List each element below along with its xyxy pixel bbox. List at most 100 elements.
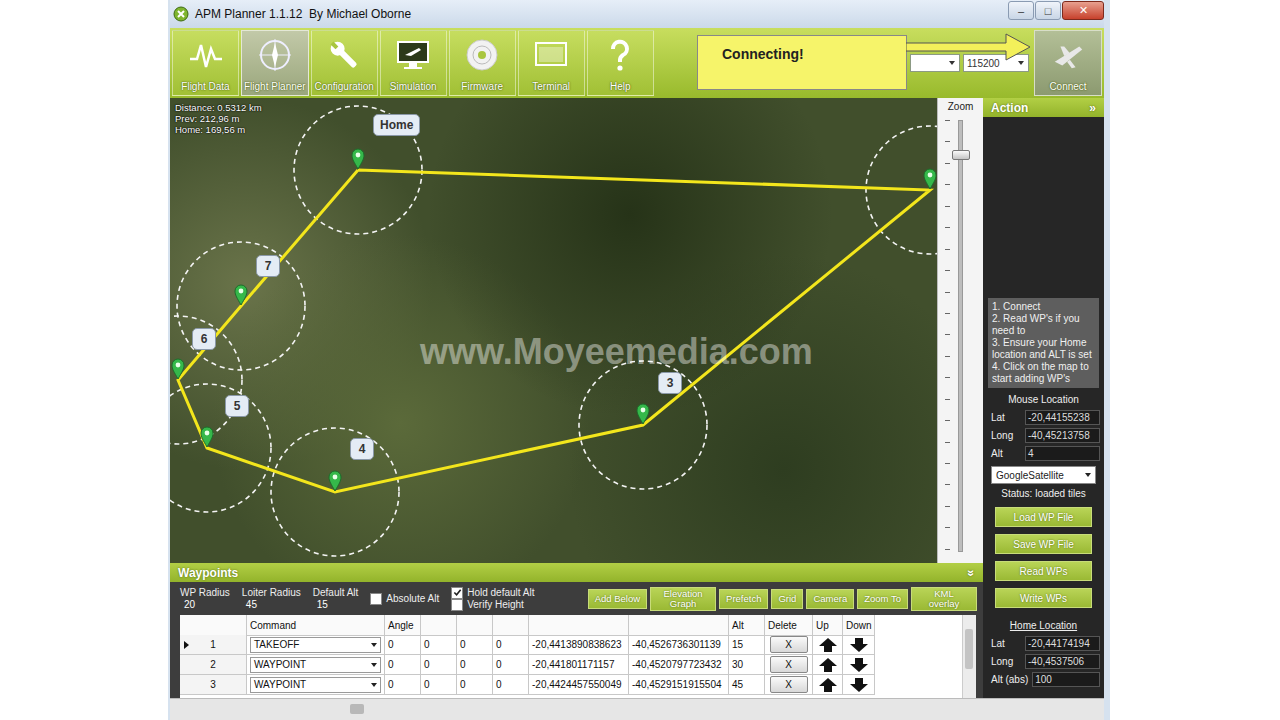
param-cell[interactable]: 0 xyxy=(493,675,529,695)
window-control-button[interactable]: □ xyxy=(1035,1,1061,20)
delete-button[interactable]: X xyxy=(770,636,808,653)
param-cell[interactable]: 0 xyxy=(421,675,457,695)
window-control-button[interactable]: ✕ xyxy=(1062,1,1104,20)
command-dropdown[interactable]: WAYPOINT xyxy=(250,677,381,693)
zoom-slider[interactable] xyxy=(938,120,983,550)
param-cell[interactable]: 0 xyxy=(421,635,457,655)
waypoint-button[interactable]: Grid xyxy=(771,589,803,609)
arrow-down-icon[interactable] xyxy=(849,657,869,673)
field-value[interactable]: 4 xyxy=(1025,446,1100,461)
waypoint-button[interactable]: KML overlay xyxy=(911,587,977,611)
param-cell[interactable]: 0 xyxy=(457,655,493,675)
tool-button[interactable]: Simulation xyxy=(380,30,447,96)
waypoint-button[interactable]: Prefetch xyxy=(719,589,768,609)
setting-field[interactable]: Loiter Radius45 xyxy=(242,587,301,611)
table-scrollbar[interactable] xyxy=(962,615,976,698)
arrow-up-icon[interactable] xyxy=(818,657,838,673)
waypoint-label[interactable]: 5 xyxy=(225,395,249,417)
row-header[interactable]: 3 xyxy=(180,675,247,695)
arrow-down-icon[interactable] xyxy=(849,677,869,693)
param-cell[interactable]: 0 xyxy=(385,655,421,675)
alt-cell[interactable]: 30 xyxy=(729,655,765,675)
scrollbar-thumb[interactable] xyxy=(350,704,364,714)
setting-field[interactable]: WP Radius20 xyxy=(180,587,230,611)
waypoint-pin-icon[interactable] xyxy=(636,403,650,425)
param-cell[interactable]: 0 xyxy=(421,655,457,675)
field-value[interactable]: -20,44155238 xyxy=(1025,410,1100,425)
long-cell[interactable]: -40,4526736301139 xyxy=(629,635,729,655)
waypoint-label[interactable]: 4 xyxy=(350,438,374,460)
waypoint-button[interactable]: Elevation Graph xyxy=(650,587,716,611)
tool-button[interactable]: Terminal xyxy=(518,30,585,96)
checkbox[interactable] xyxy=(451,587,463,599)
checkbox[interactable] xyxy=(451,599,463,611)
long-cell[interactable]: -40,4529151915504 xyxy=(629,675,729,695)
checkbox[interactable] xyxy=(370,593,382,605)
command-cell[interactable]: WAYPOINT xyxy=(247,655,385,675)
waypoint-pin-icon[interactable] xyxy=(234,284,248,306)
param-cell[interactable]: 0 xyxy=(385,635,421,655)
long-cell[interactable]: -40,4520797723432 xyxy=(629,655,729,675)
tool-button[interactable]: Flight Data xyxy=(172,30,239,96)
waypoint-pin-icon[interactable] xyxy=(351,148,365,170)
tool-button[interactable]: Flight Planner xyxy=(241,30,309,96)
command-dropdown[interactable]: TAKEOFF xyxy=(250,637,381,653)
field-value[interactable]: 100 xyxy=(1032,672,1100,687)
field-value[interactable]: -40,4537506 xyxy=(1025,654,1100,669)
checkbox-row[interactable]: Absolute Alt xyxy=(370,593,439,605)
param-cell[interactable]: 0 xyxy=(493,635,529,655)
map[interactable]: Home34567www.Moyeemedia.comDistance: 0.5… xyxy=(170,98,937,563)
command-cell[interactable]: TAKEOFF xyxy=(247,635,385,655)
action-button[interactable]: Load WP File xyxy=(995,507,1092,527)
delete-button[interactable]: X xyxy=(770,676,808,693)
row-header[interactable]: 1 xyxy=(180,635,247,655)
setting-value[interactable]: 20 xyxy=(180,599,230,611)
row-header[interactable]: 2 xyxy=(180,655,247,675)
checkbox-row[interactable]: Hold default Alt xyxy=(451,587,534,599)
lat-cell[interactable]: -20,441801171157 xyxy=(529,655,629,675)
action-button[interactable]: Read WPs xyxy=(995,561,1092,581)
param-cell[interactable]: 0 xyxy=(385,675,421,695)
tool-button[interactable]: Help xyxy=(587,30,654,96)
action-button[interactable]: Save WP File xyxy=(995,534,1092,554)
setting-field[interactable]: Default Alt15 xyxy=(313,587,359,611)
lat-cell[interactable]: -20,4413890838623 xyxy=(529,635,629,655)
collapse-button[interactable]: » xyxy=(965,569,979,576)
waypoint-label[interactable]: 3 xyxy=(658,372,682,394)
waypoint-pin-icon[interactable] xyxy=(328,470,342,492)
lat-cell[interactable]: -20,4424457550049 xyxy=(529,675,629,695)
command-dropdown[interactable]: WAYPOINT xyxy=(250,657,381,673)
waypoint-button[interactable]: Camera xyxy=(806,589,854,609)
baud-dropdown[interactable]: 115200 xyxy=(963,54,1029,72)
map-type-dropdown[interactable]: GoogleSatellite xyxy=(991,466,1096,484)
command-cell[interactable]: WAYPOINT xyxy=(247,675,385,695)
alt-cell[interactable]: 15 xyxy=(729,635,765,655)
alt-cell[interactable]: 45 xyxy=(729,675,765,695)
window-control-button[interactable]: – xyxy=(1008,1,1034,20)
field-value[interactable]: -40,45213758 xyxy=(1025,428,1100,443)
waypoint-label[interactable]: 7 xyxy=(256,255,280,277)
waypoint-label[interactable]: Home xyxy=(373,114,420,136)
setting-value[interactable]: 15 xyxy=(313,599,359,611)
connect-button[interactable]: Connect xyxy=(1034,30,1102,96)
action-button[interactable]: Write WPs xyxy=(995,588,1092,608)
tool-button[interactable]: Configuration xyxy=(311,30,378,96)
port-dropdown[interactable] xyxy=(910,54,960,72)
zoom-knob[interactable] xyxy=(952,150,970,160)
field-value[interactable]: -20,44174194 xyxy=(1025,636,1100,651)
bottom-scrollbar[interactable] xyxy=(170,698,1104,720)
waypoint-button[interactable]: Add Below xyxy=(588,589,647,609)
arrow-up-icon[interactable] xyxy=(818,637,838,653)
scrollbar-thumb[interactable] xyxy=(965,629,973,669)
setting-value[interactable]: 45 xyxy=(242,599,301,611)
delete-button[interactable]: X xyxy=(770,656,808,673)
checkbox-row[interactable]: Verify Height xyxy=(451,599,534,611)
waypoint-button[interactable]: Zoom To xyxy=(857,589,908,609)
param-cell[interactable]: 0 xyxy=(493,655,529,675)
collapse-button[interactable]: » xyxy=(1089,101,1096,115)
arrow-up-icon[interactable] xyxy=(818,677,838,693)
param-cell[interactable]: 0 xyxy=(457,675,493,695)
param-cell[interactable]: 0 xyxy=(457,635,493,655)
waypoint-label[interactable]: 6 xyxy=(192,328,216,350)
waypoint-pin-icon[interactable] xyxy=(171,358,185,380)
